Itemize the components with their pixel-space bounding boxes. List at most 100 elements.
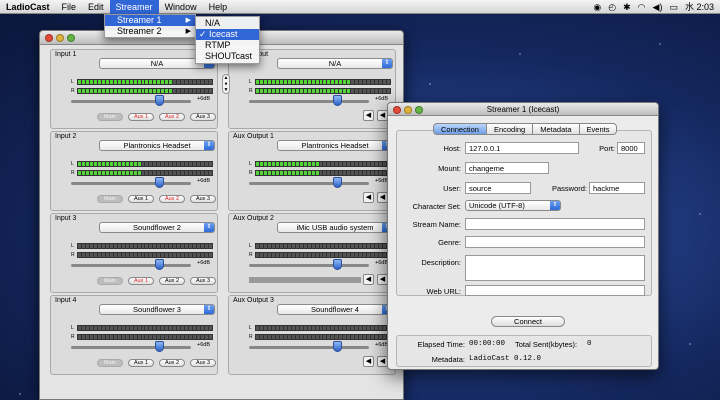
meter-segment — [113, 326, 117, 330]
host-field[interactable]: 127.0.0.1 — [465, 142, 579, 154]
menu-file[interactable]: File — [56, 0, 83, 14]
meter-segment — [256, 171, 259, 175]
meter-segment — [271, 89, 275, 93]
volume-icon[interactable]: ◀) — [653, 0, 663, 14]
app-menu[interactable]: LadioCast — [0, 0, 56, 14]
volume-slider-knob[interactable] — [155, 177, 164, 188]
route-main-button[interactable]: Main — [97, 195, 123, 203]
meter-segment — [97, 326, 101, 330]
device-select[interactable]: Plantronics Headset⇕ — [277, 140, 393, 151]
menu-help[interactable]: Help — [203, 0, 234, 14]
mount-field[interactable]: changeme — [465, 162, 549, 174]
device-select[interactable]: N/A ⇕ — [277, 58, 393, 69]
server-type-submenu: N/A ✓ Icecast RTMP SHOUTcast — [195, 16, 260, 64]
route-aux-1-button[interactable]: Aux 1 — [128, 113, 154, 121]
tab-events[interactable]: Events — [578, 123, 618, 135]
password-field[interactable]: hackme — [589, 182, 645, 194]
route-aux-1-button[interactable]: Aux 1 — [128, 195, 154, 203]
user-field[interactable]: source — [465, 182, 531, 194]
port-field[interactable]: 8000 — [617, 142, 645, 154]
route-aux-2-button[interactable]: Aux 2 — [159, 195, 185, 203]
route-aux-3-button[interactable]: Aux 3 — [190, 359, 216, 367]
meter-segment — [355, 244, 359, 248]
menu-window[interactable]: Window — [159, 0, 203, 14]
zoom-button[interactable] — [67, 34, 75, 42]
tab-connection[interactable]: Connection — [433, 123, 487, 135]
description-field[interactable] — [465, 255, 645, 281]
route-main-button[interactable]: Main — [97, 359, 123, 367]
device-select[interactable]: Soundflower 2 ⇕ — [99, 222, 215, 233]
route-aux-3-button[interactable]: Aux 3 — [190, 277, 216, 285]
route-aux-3-button[interactable]: Aux 3 — [190, 195, 216, 203]
gain-label: +6dB — [197, 342, 210, 348]
meter-segment — [323, 89, 327, 93]
wifi-icon[interactable]: ◠ — [638, 0, 646, 14]
menu-item-streamer-1[interactable]: Streamer 1 ▶ — [105, 15, 195, 26]
speaker-icon[interactable]: ◀ — [363, 274, 374, 285]
speaker-icon[interactable]: ◀ — [363, 192, 374, 203]
volume-slider-knob[interactable] — [155, 95, 164, 106]
route-main-button[interactable]: Main — [97, 113, 123, 121]
device-select[interactable]: Soundflower 4⇕ — [277, 304, 393, 315]
bluetooth-icon[interactable]: ✱ — [623, 0, 631, 14]
meter-segment — [295, 171, 299, 175]
submenu-item-na[interactable]: N/A — [196, 18, 259, 29]
route-aux-1-button[interactable]: Aux 1 — [128, 277, 154, 285]
speaker-icon[interactable]: ◀ — [363, 110, 374, 121]
meter-segment — [367, 335, 371, 339]
volume-slider-knob[interactable] — [333, 95, 342, 106]
volume-slider[interactable] — [71, 341, 191, 352]
gain-stepper[interactable]: ▲ ● ▼ — [222, 74, 230, 94]
meter-segment — [355, 326, 359, 330]
connect-button[interactable]: Connect — [491, 316, 565, 327]
meter-segment — [193, 326, 197, 330]
volume-slider-knob[interactable] — [333, 341, 342, 352]
menu-streamer[interactable]: Streamer — [109, 0, 159, 14]
volume-slider[interactable] — [71, 95, 191, 106]
streamer-titlebar[interactable]: Streamer 1 (Icecast) — [388, 103, 658, 116]
battery-icon[interactable]: ▭ — [669, 0, 678, 14]
route-aux-1-button[interactable]: Aux 1 — [128, 359, 154, 367]
route-main-button[interactable]: Main — [97, 277, 123, 285]
volume-slider[interactable] — [249, 177, 369, 188]
volume-slider-knob[interactable] — [333, 177, 342, 188]
minimize-button[interactable] — [56, 34, 64, 42]
genre-field[interactable] — [465, 236, 645, 248]
submenu-item-shoutcast[interactable]: SHOUTcast — [196, 51, 259, 62]
submenu-item-rtmp[interactable]: RTMP — [196, 40, 259, 51]
device-select[interactable]: Plantronics Headset⇕ — [99, 140, 215, 151]
volume-slider[interactable] — [249, 341, 369, 352]
close-button[interactable] — [45, 34, 53, 42]
volume-slider-knob[interactable] — [155, 259, 164, 270]
time-machine-icon[interactable]: ◴ — [608, 0, 616, 14]
meter-segment — [256, 162, 259, 166]
volume-slider[interactable] — [249, 95, 369, 106]
web-url-field[interactable] — [465, 285, 645, 296]
route-aux-2-button[interactable]: Aux 2 — [159, 277, 185, 285]
meter-segment — [129, 335, 133, 339]
menu-edit[interactable]: Edit — [82, 0, 110, 14]
charset-select[interactable]: Unicode (UTF-8) ⇕ — [465, 200, 561, 211]
submenu-arrow-icon: ▶ — [185, 28, 191, 35]
status-owl-icon[interactable]: ◉ — [593, 0, 601, 14]
tab-metadata[interactable]: Metadata — [532, 123, 580, 135]
device-select[interactable]: Soundflower 3 ⇕ — [99, 304, 215, 315]
stream-name-field[interactable] — [465, 218, 645, 230]
tab-encoding[interactable]: Encoding — [485, 123, 534, 135]
clock[interactable]: 水 2:03 — [685, 0, 714, 14]
device-select[interactable]: iMic USB audio system⇕ — [277, 222, 393, 233]
speaker-icon[interactable]: ◀ — [363, 356, 374, 367]
volume-slider-knob[interactable] — [333, 259, 342, 270]
meter-segment — [259, 80, 263, 84]
route-aux-2-button[interactable]: Aux 2 — [159, 113, 185, 121]
route-aux-3-button[interactable]: Aux 3 — [190, 113, 216, 121]
menu-item-streamer-2[interactable]: Streamer 2 ▶ — [105, 26, 195, 37]
volume-slider[interactable] — [71, 259, 191, 270]
volume-slider[interactable] — [71, 177, 191, 188]
volume-slider[interactable] — [249, 259, 369, 270]
route-aux-2-button[interactable]: Aux 2 — [159, 359, 185, 367]
meter-segment — [323, 80, 327, 84]
volume-slider-knob[interactable] — [155, 341, 164, 352]
meter-segment — [125, 244, 129, 248]
submenu-item-icecast[interactable]: ✓ Icecast — [196, 29, 259, 40]
